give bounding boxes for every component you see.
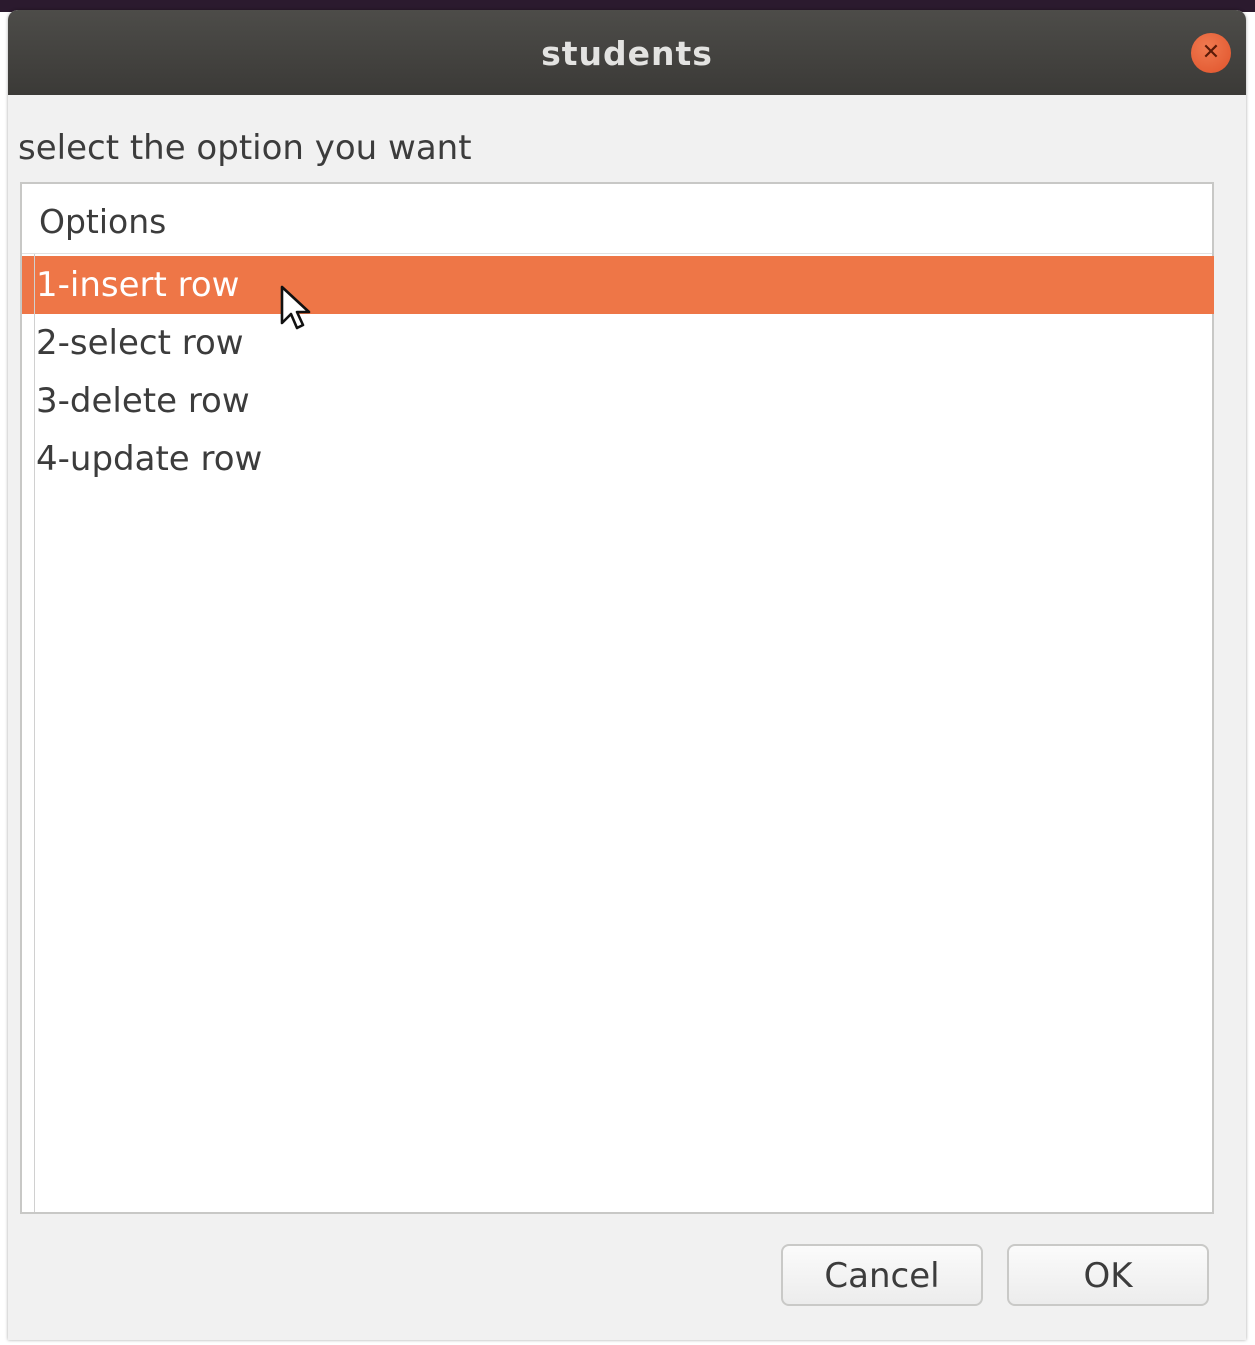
close-icon: ✕ <box>1201 40 1221 65</box>
list-item-delete-row[interactable]: 3-delete row <box>22 372 1214 430</box>
list-item-label: 4-update row <box>36 439 263 479</box>
list-item-select-row[interactable]: 2-select row <box>22 314 1214 372</box>
list-item-update-row[interactable]: 4-update row <box>22 430 1214 488</box>
list-item-label: 2-select row <box>36 323 244 363</box>
list-item-label: 1-insert row <box>36 265 240 305</box>
list-item-insert-row[interactable]: 1-insert row <box>22 256 1214 314</box>
list-inner-border <box>34 254 35 1212</box>
ok-button[interactable]: OK <box>1007 1244 1209 1306</box>
cancel-button[interactable]: Cancel <box>781 1244 983 1306</box>
close-button[interactable]: ✕ <box>1191 33 1231 73</box>
dialog-window: students ✕ select the option you want Op… <box>8 10 1246 1340</box>
list-column-header[interactable]: Options <box>22 184 1212 254</box>
list-column-header-label: Options <box>39 202 167 241</box>
title-bar[interactable]: students ✕ <box>8 10 1246 95</box>
window-title: students <box>541 34 713 73</box>
options-list[interactable]: Options 1-insert row 2-select row 3-dele… <box>20 182 1214 1214</box>
dialog-prompt: select the option you want <box>18 128 472 168</box>
mouse-pointer-icon <box>280 285 311 330</box>
list-item-label: 3-delete row <box>36 381 250 421</box>
